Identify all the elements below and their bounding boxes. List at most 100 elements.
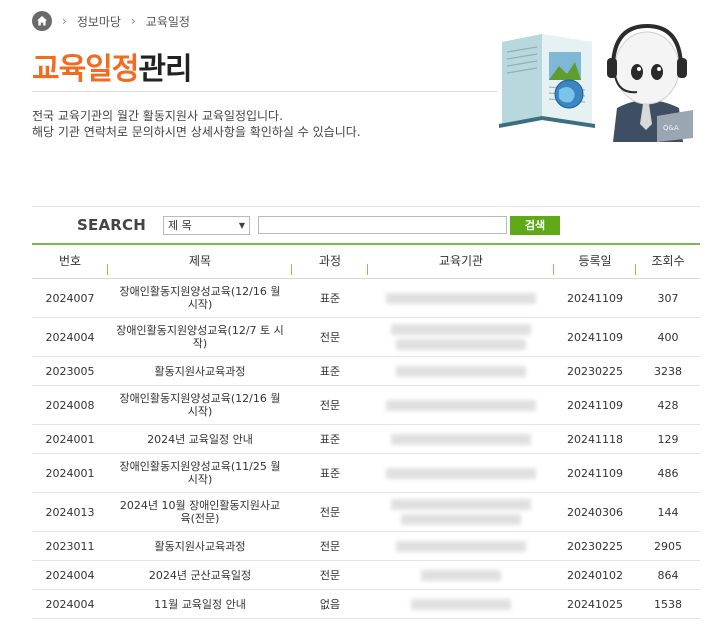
row-views: 1538 [654,597,682,611]
row-number: 2024001 [45,432,95,446]
breadcrumb: › 정보마당 › 교육일정 [32,10,190,32]
row-institution-redacted [368,499,554,525]
breadcrumb-item-schedule[interactable]: 교육일정 [146,13,190,30]
row-date: 20230225 [567,539,623,553]
column-header-views: 조회수 [651,254,685,268]
row-views: 864 [657,568,679,582]
svg-text:Q&A: Q&A [663,124,679,132]
row-course: 표준 [319,364,341,378]
row-institution-redacted [368,399,554,411]
row-date: 20240102 [567,568,623,582]
row-title-link[interactable]: 장애인활동지원양성교육(11/25 월 시작) [108,460,292,486]
row-number: 2024013 [45,505,95,519]
page-title-rest: 관리 [138,52,192,87]
row-course: 표준 [319,466,341,480]
row-course: 없음 [319,597,341,611]
row-institution-redacted [368,433,554,445]
intro-line-1: 전국 교육기관의 월간 활동지원사 교육일정입니다. [32,109,283,123]
intro-line-2: 해당 기관 연락처로 문의하시면 상세사항을 확인하실 수 있습니다. [32,125,361,139]
table-row[interactable]: 2024004 2024년 군산교육일정 전문 20240102 864 [32,561,700,590]
column-header-date: 등록일 [554,255,636,275]
row-views: 144 [657,505,679,519]
table-row[interactable]: 2024004 장애인활동지원양성교육(12/7 토 시작) 전문 202411… [32,318,700,357]
row-date: 20241109 [567,330,623,344]
table-row[interactable]: 2024008 장애인활동지원양성교육(12/16 월 시작) 전문 20241… [32,386,700,425]
table-row[interactable]: 2024007 장애인활동지원양성교육(12/16 월 시작) 표준 20241… [32,279,700,318]
column-header-course: 과정 [292,255,368,275]
row-course: 표준 [319,291,341,305]
search-input[interactable] [258,216,507,234]
search-field-select[interactable]: 제 목 ▼ [163,215,250,235]
home-icon[interactable] [32,11,52,31]
row-date: 20241025 [567,597,623,611]
table-row[interactable]: 2024001 2024년 교육일정 안내 표준 20241118 129 [32,425,700,454]
row-institution-redacted [368,569,554,581]
search-bar: SEARCH 제 목 ▼ 검색 [32,206,700,243]
row-number: 2024001 [45,466,95,480]
table-row[interactable]: 2023005 활동지원사교육과정 표준 20230225 3238 [32,357,700,386]
mascot-book-illustration: Q&A [499,23,693,142]
row-title-link[interactable]: 활동지원사교육과정 [108,365,292,378]
row-title-link[interactable]: 2024년 교육일정 안내 [108,433,292,446]
intro-text: 전국 교육기관의 월간 활동지원사 교육일정입니다. 해당 기관 연락처로 문의… [32,108,361,140]
row-title-link[interactable]: 2024년 10월 장애인활동지원사교육(전문) [108,499,292,525]
search-button[interactable]: 검색 [510,215,560,235]
table-row[interactable]: 2024004 11월 교육일정 안내 없음 20241025 1538 [32,590,700,619]
row-date: 20241109 [567,398,623,412]
row-date: 20241109 [567,466,623,480]
table-header: 번호 제목 과정 교육기관 등록일 조회수 [32,245,700,279]
row-number: 2024007 [45,291,95,305]
chevron-down-icon: ▼ [238,220,245,230]
column-header-number: 번호 [32,255,108,275]
row-course: 전문 [319,330,341,344]
row-date: 20241118 [567,432,623,446]
title-divider [32,91,497,92]
row-views: 486 [657,466,679,480]
row-title-link[interactable]: 장애인활동지원양성교육(12/16 월 시작) [108,392,292,418]
chevron-right-icon: › [62,14,67,28]
search-label: SEARCH [77,216,146,234]
row-title-link[interactable]: 장애인활동지원양성교육(12/16 월 시작) [108,285,292,311]
row-views: 3238 [654,364,682,378]
row-views: 129 [657,432,679,446]
table-row[interactable]: 2024001 장애인활동지원양성교육(11/25 월 시작) 표준 20241… [32,454,700,493]
row-views: 428 [657,398,679,412]
row-views: 307 [657,291,679,305]
page-title-accent: 교육일정 [32,52,139,87]
row-course: 전문 [319,539,341,553]
row-views: 2905 [654,539,682,553]
row-number: 2024004 [45,568,95,582]
schedule-table: 번호 제목 과정 교육기관 등록일 조회수 2024007 장애인활동지원양성교… [32,243,700,619]
row-institution-redacted [368,365,554,377]
row-number: 2023005 [45,364,95,378]
row-number: 2023011 [45,539,95,553]
row-course: 표준 [319,432,341,446]
page-title: 교육일정관리 [32,44,193,88]
chevron-right-icon: › [130,14,136,28]
table-row[interactable]: 2024013 2024년 10월 장애인활동지원사교육(전문) 전문 2024… [32,493,700,532]
row-views: 400 [657,330,679,344]
row-number: 2024004 [45,597,95,611]
row-institution-redacted [368,324,554,350]
search-field-select-value: 제 목 [168,219,192,232]
row-date: 20230225 [567,364,623,378]
row-number: 2024008 [45,398,95,412]
row-number: 2024004 [45,330,95,344]
table-row[interactable]: 2023011 활동지원사교육과정 전문 20230225 2905 [32,532,700,561]
row-course: 전문 [319,398,341,412]
column-header-institution: 교육기관 [368,255,554,275]
row-date: 20241109 [567,291,623,305]
row-title-link[interactable]: 활동지원사교육과정 [108,540,292,553]
row-date: 20240306 [567,505,623,519]
row-title-link[interactable]: 장애인활동지원양성교육(12/7 토 시작) [108,324,292,350]
row-course: 전문 [319,568,341,582]
row-title-link[interactable]: 11월 교육일정 안내 [108,598,292,611]
row-course: 전문 [319,505,341,519]
row-institution-redacted [368,598,554,610]
column-header-title: 제목 [108,255,292,275]
row-title-link[interactable]: 2024년 군산교육일정 [108,569,292,582]
breadcrumb-item-info[interactable]: 정보마당 [77,13,121,30]
row-institution-redacted [368,540,554,552]
row-institution-redacted [368,467,554,479]
row-institution-redacted [368,292,554,304]
